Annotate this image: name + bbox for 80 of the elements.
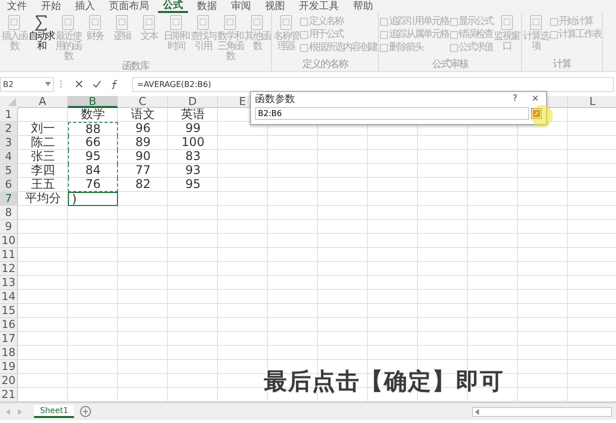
row-header[interactable]: 12: [0, 262, 18, 276]
row-header[interactable]: 3: [0, 136, 18, 150]
group-label: 函数库: [121, 62, 150, 71]
table-cell-text: 刘一: [30, 122, 56, 136]
ribbon-tab[interactable]: 帮助: [348, 0, 378, 13]
row-header[interactable]: 2: [0, 122, 18, 136]
column-header[interactable]: L: [568, 96, 616, 108]
table-cell: 66: [68, 136, 118, 150]
ribbon-tab[interactable]: 开始: [36, 0, 66, 13]
table-cell-text: 100: [180, 136, 206, 150]
function-icon[interactable]: [110, 79, 120, 89]
close-icon[interactable]: [74, 79, 84, 89]
ribbon-tab[interactable]: 数据: [192, 0, 222, 13]
table-cell-text: 99: [184, 122, 202, 136]
row-header[interactable]: 14: [0, 290, 18, 304]
table-cell-text: 李四: [30, 164, 56, 178]
group-label: 定义的名称: [302, 60, 349, 71]
row-header[interactable]: 15: [0, 304, 18, 318]
caret-icon: [45, 82, 51, 86]
expand-icon: [533, 110, 540, 117]
row-header[interactable]: 21: [0, 388, 18, 402]
row-header[interactable]: 13: [0, 276, 18, 290]
sheet-tab[interactable]: Sheet1: [34, 405, 74, 418]
table-cell: ): [68, 192, 118, 206]
row-header[interactable]: 1: [0, 108, 18, 122]
ribbon-tab[interactable]: 开发工具: [294, 0, 344, 13]
add-sheet-icon[interactable]: [80, 406, 92, 417]
sum-icon: [33, 14, 49, 32]
table-cell: 76: [68, 178, 118, 192]
ribbon-tab[interactable]: 页面布局: [104, 0, 154, 13]
table-cell-text: 82: [134, 178, 152, 192]
table-cell-text: 89: [134, 136, 152, 150]
ribbon-button[interactable]: 自动求和: [28, 14, 54, 62]
column-header[interactable]: C: [118, 96, 168, 108]
table-cell-text: 英语: [180, 108, 206, 122]
row-header[interactable]: 19: [0, 360, 18, 374]
cursor-highlight: [531, 105, 553, 127]
help-button[interactable]: ?: [510, 93, 520, 105]
name-box[interactable]: B2: [0, 76, 54, 92]
horizontal-scrollbar[interactable]: [472, 406, 612, 416]
row-header[interactable]: 16: [0, 318, 18, 332]
column-header[interactable]: D: [168, 96, 218, 108]
row-header[interactable]: 9: [0, 220, 18, 234]
check-icon[interactable]: [92, 79, 102, 89]
row-header[interactable]: 10: [0, 234, 18, 248]
row-header[interactable]: 5: [0, 164, 18, 178]
row-header[interactable]: 8: [0, 206, 18, 220]
column-header[interactable]: A: [18, 96, 68, 108]
row-header[interactable]: 4: [0, 150, 18, 164]
table-cell-text: 95: [184, 178, 202, 192]
close-button[interactable]: ×: [528, 93, 542, 105]
table-cell-text: 90: [134, 150, 152, 164]
table-cell-text: 数学: [80, 108, 106, 122]
table-cell-text: 83: [184, 150, 202, 164]
table-cell: 88: [68, 122, 118, 136]
video-caption: 最后点击【确定】即可: [264, 368, 504, 397]
ribbon-tab[interactable]: 审阅: [226, 0, 256, 13]
table-cell-text: 王五: [30, 178, 56, 192]
table-cell-text: 张三: [30, 150, 56, 164]
group-label: 计算: [552, 60, 572, 71]
table-cell-text: 96: [134, 122, 152, 136]
table-cell-text: 平均分: [24, 192, 62, 206]
row-header[interactable]: 20: [0, 374, 18, 388]
ribbon-tab[interactable]: 文件: [2, 0, 32, 13]
row-header[interactable]: 18: [0, 346, 18, 360]
row-header[interactable]: 7: [0, 192, 18, 206]
table-cell: 84: [68, 164, 118, 178]
table-cell-text: 陈二: [30, 136, 56, 150]
ribbon-tab[interactable]: 视图: [260, 0, 290, 13]
row-header[interactable]: 17: [0, 332, 18, 346]
row-header[interactable]: 6: [0, 178, 18, 192]
table-cell-text: 语文: [130, 108, 156, 122]
table-cell-text: 77: [134, 164, 152, 178]
row-header[interactable]: 11: [0, 248, 18, 262]
table-cell-text: 93: [184, 164, 202, 178]
column-header[interactable]: B: [68, 96, 118, 108]
ribbon-tab[interactable]: 插入: [70, 0, 100, 13]
table-cell: 95: [68, 150, 118, 164]
group-label: 公式审核: [430, 60, 470, 71]
range-input[interactable]: B2:B6: [255, 107, 529, 120]
